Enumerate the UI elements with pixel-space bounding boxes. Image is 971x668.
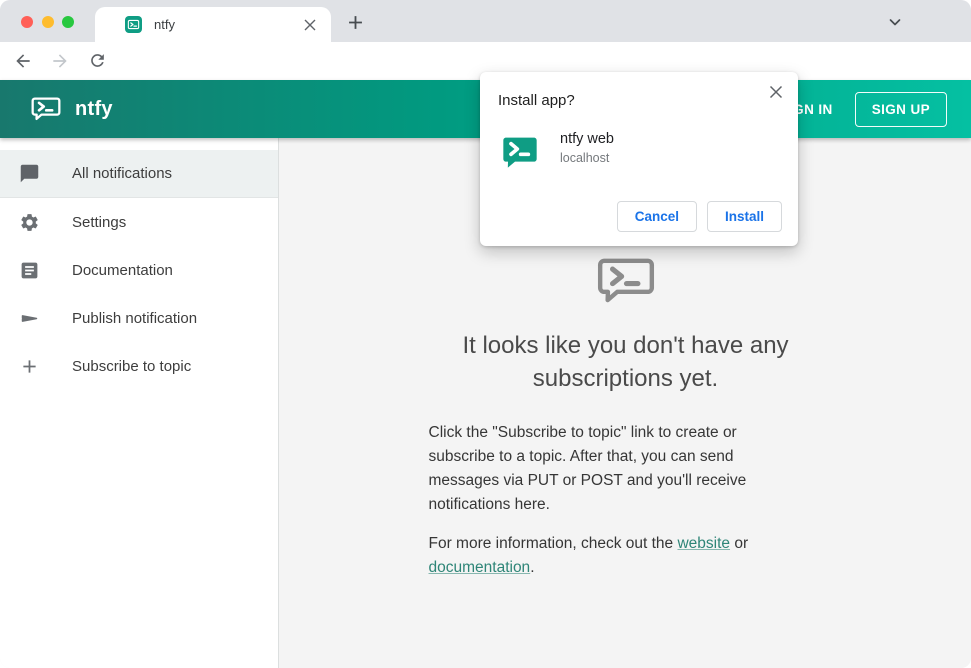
- close-window-button[interactable]: [21, 16, 33, 28]
- sidebar-item-label: Subscribe to topic: [72, 357, 192, 375]
- sidebar-item-publish-notification[interactable]: Publish notification: [0, 294, 278, 342]
- browser-window: ntfy ntfy SIGN IN SIGN UP All notificati…: [0, 0, 971, 668]
- sidebar-item-settings[interactable]: Settings: [0, 198, 278, 246]
- sign-up-button[interactable]: SIGN UP: [854, 91, 947, 127]
- reload-icon[interactable]: [88, 51, 108, 71]
- sidebar-item-documentation[interactable]: Documentation: [0, 246, 278, 294]
- dialog-close-icon[interactable]: [766, 82, 786, 102]
- website-link[interactable]: website: [677, 535, 730, 552]
- cancel-button[interactable]: Cancel: [616, 201, 697, 232]
- brand-name: ntfy: [75, 97, 113, 120]
- sidebar-item-all-notifications[interactable]: All notifications: [0, 150, 278, 198]
- plus-icon: [18, 355, 40, 377]
- install-app-dialog: Install app? ntfy web localhost Cancel I…: [480, 72, 798, 246]
- documentation-link[interactable]: documentation: [429, 559, 531, 576]
- article-icon: [18, 259, 40, 281]
- dialog-app-origin: localhost: [560, 151, 610, 165]
- info-text: or: [730, 535, 749, 552]
- sidebar: All notifications Settings Documentation…: [0, 138, 279, 668]
- sidebar-item-subscribe-to-topic[interactable]: Subscribe to topic: [0, 342, 278, 390]
- ntfy-logo-icon: [30, 93, 62, 125]
- sidebar-item-label: All notifications: [72, 165, 173, 182]
- minimize-window-button[interactable]: [42, 16, 54, 28]
- back-icon[interactable]: [13, 51, 33, 71]
- gear-icon: [18, 211, 40, 233]
- forward-icon: [50, 51, 70, 71]
- tab-title: ntfy: [154, 17, 175, 32]
- info-text: For more information, check out the: [428, 535, 678, 552]
- send-icon: [18, 307, 40, 329]
- empty-state-info: For more information, check out the webs…: [429, 532, 773, 580]
- tab-search-chevron-icon[interactable]: [884, 11, 906, 33]
- info-text: .: [530, 559, 535, 576]
- empty-state-paragraph: Click the "Subscribe to topic" link to c…: [428, 424, 747, 513]
- ntfy-empty-state-icon: [597, 258, 654, 303]
- tab-strip: ntfy: [0, 0, 971, 42]
- fullscreen-window-button[interactable]: [62, 16, 74, 28]
- tab-close-icon[interactable]: [301, 16, 319, 34]
- ntfy-app-icon: [503, 137, 537, 168]
- sidebar-item-label: Publish notification: [72, 309, 198, 327]
- sidebar-item-label: Documentation: [72, 261, 173, 279]
- dialog-title: Install app?: [498, 92, 575, 109]
- chat-icon: [18, 163, 40, 185]
- browser-tab-ntfy[interactable]: ntfy: [95, 7, 331, 42]
- new-tab-button[interactable]: [344, 11, 366, 33]
- install-button[interactable]: Install: [706, 201, 782, 232]
- dialog-app-name: ntfy web: [560, 131, 614, 147]
- ntfy-favicon-icon: [125, 16, 142, 33]
- sidebar-item-label: Settings: [72, 213, 127, 231]
- empty-state-heading: It looks like you don't have any subscri…: [462, 332, 789, 392]
